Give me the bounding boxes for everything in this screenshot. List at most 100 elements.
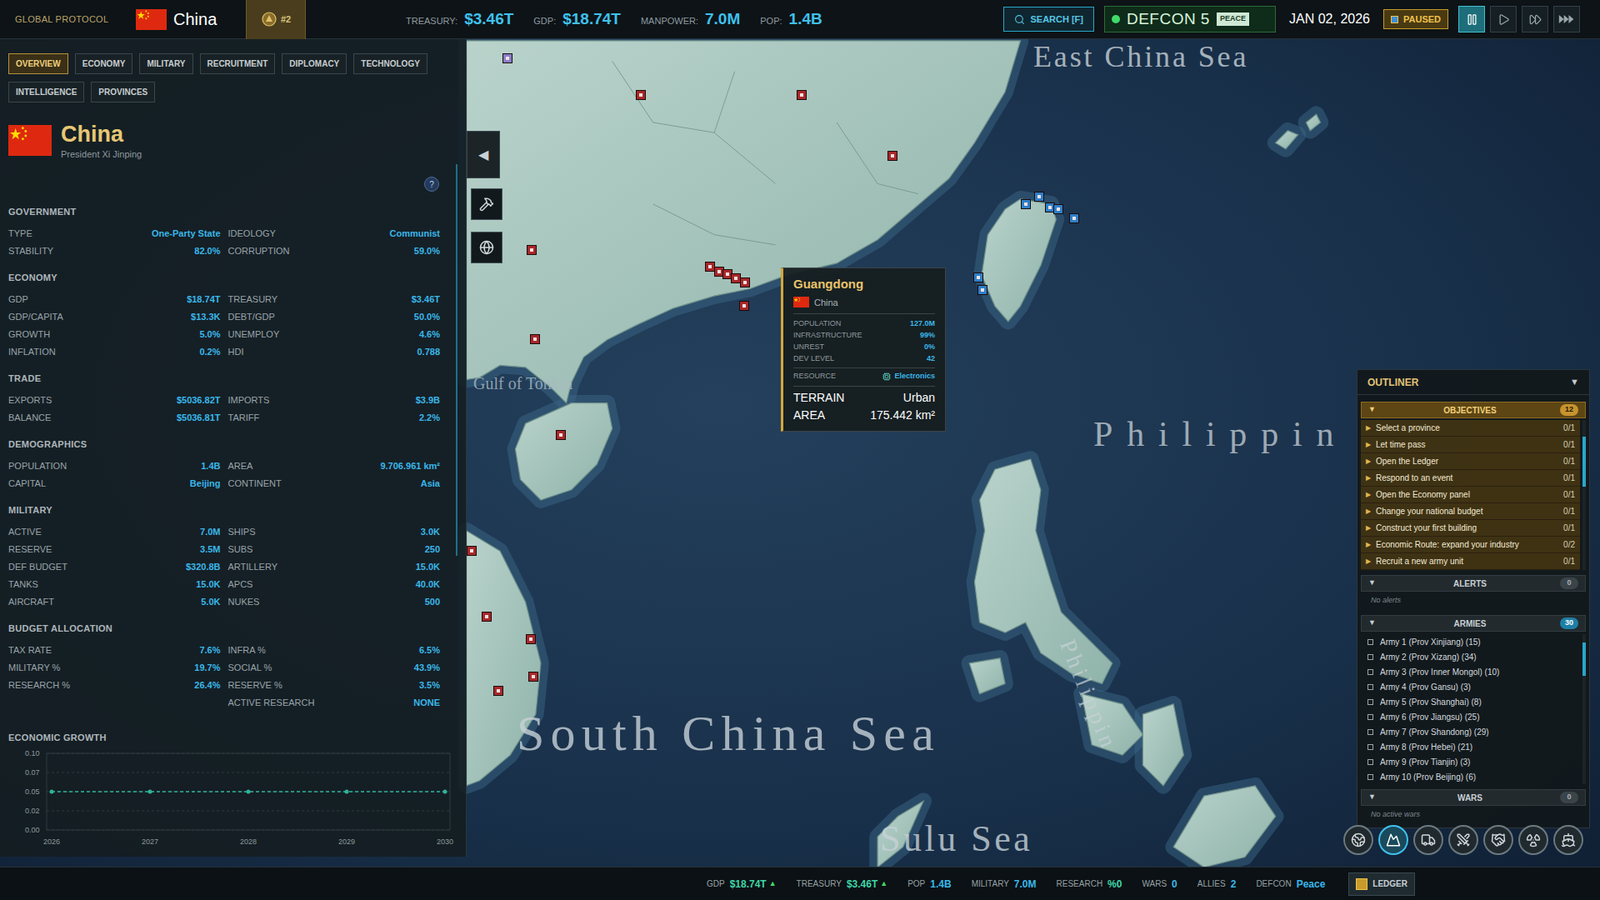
stat-label: ACTIVE [8,525,42,540]
top-stat-label: GDP: [533,14,556,29]
rank-badge[interactable]: #2 [245,0,306,40]
army-checkbox[interactable] [1367,729,1374,735]
stat-label: TAX RATE [8,643,52,658]
speed-button[interactable] [1521,5,1549,33]
city-marker[interactable] [977,285,988,295]
panel-tab[interactable]: TECHNOLOGY [353,53,428,75]
objective-item[interactable]: ▶Let time pass0/1 [1360,436,1580,454]
city-marker[interactable] [481,611,492,622]
panel-scrollbar[interactable] [455,164,458,556]
city-marker[interactable] [466,545,477,556]
stat-value: 3.5M [200,542,220,557]
diplomacy-tool-button[interactable] [470,231,503,264]
outliner-header[interactable]: OUTLINER▼ [1357,370,1590,395]
city-marker[interactable] [502,53,513,64]
section-header[interactable]: ▼ALERTS0 [1360,575,1586,592]
section-header[interactable]: ▼OBJECTIVES12 [1360,401,1586,419]
army-item[interactable]: Army 9 (Prov Tianjin) (3) [1360,754,1580,770]
objective-item[interactable]: ▶Select a province0/1 [1360,420,1580,437]
build-tool-button[interactable] [470,188,503,220]
china-flag-icon [793,296,810,308]
army-item[interactable]: Army 3 (Prov Inner Mongol) (10) [1360,664,1580,680]
search-button[interactable]: SEARCH [F] [1003,6,1095,32]
stat-value: 50.0% [414,310,440,325]
army-checkbox[interactable] [1367,684,1374,690]
objective-item[interactable]: ▶Recruit a new army unit0/1 [1360,553,1580,570]
city-marker[interactable] [530,334,540,345]
map-mode-button[interactable] [1518,825,1549,855]
army-checkbox[interactable] [1367,639,1374,645]
growth-series [50,790,448,795]
map-mode-button[interactable] [1413,825,1444,855]
army-item[interactable]: Army 2 (Prov Xizang) (34) [1360,649,1580,665]
speed-button[interactable] [1553,5,1580,33]
army-item[interactable]: Army 8 (Prov Hebei) (21) [1360,739,1580,755]
army-item[interactable]: Army 10 (Prov Beijing) (6) [1360,769,1580,785]
objective-item[interactable]: ▶Respond to an event0/1 [1360,470,1580,487]
army-checkbox[interactable] [1367,774,1374,780]
panel-tab[interactable]: PROVINCES [90,81,155,103]
section-count: 0 [1560,577,1579,590]
objective-item[interactable]: ▶Open the Economy panel0/1 [1360,486,1580,504]
stat-value: 7.0M [200,525,220,540]
army-item[interactable]: Army 1 (Prov Xinjiang) (15) [1360,634,1580,650]
city-marker[interactable] [555,430,566,440]
city-marker[interactable] [528,671,539,682]
city-marker[interactable] [525,634,536,645]
speed-button[interactable] [1490,5,1517,33]
panel-tab[interactable]: ECONOMY [75,53,134,75]
section-header[interactable]: ▼ARMIES30 [1360,615,1586,632]
city-marker[interactable] [739,300,750,311]
army-item[interactable]: Army 5 (Prov Shanghai) (8) [1360,694,1580,710]
objective-item[interactable]: ▶Change your national budget0/1 [1360,503,1580,520]
help-button[interactable]: ? [424,176,440,192]
ledger-button[interactable]: LEDGER [1348,872,1415,896]
defcon-indicator: DEFCON 5PEACE [1104,5,1276,33]
stat-cell: CAPITALBeijing [8,475,221,493]
tooltip-row: POPULATION127.0M [793,318,935,330]
objective-item[interactable]: ▶Open the Ledger0/1 [1360,453,1580,470]
army-checkbox[interactable] [1367,714,1374,720]
panel-tab[interactable]: MILITARY [139,53,193,75]
army-item[interactable]: Army 4 (Prov Gansu) (3) [1360,679,1580,695]
objective-item[interactable]: ▶Construct your first building0/1 [1360,520,1580,537]
city-marker[interactable] [526,245,537,255]
city-marker[interactable] [887,150,898,161]
army-item[interactable]: Army 7 (Prov Shandong) (29) [1360,724,1580,740]
objective-scrollbar[interactable] [1582,420,1586,570]
city-marker[interactable] [1053,204,1064,215]
map-mode-button[interactable] [1553,825,1584,855]
city-marker[interactable] [973,272,984,283]
army-checkbox[interactable] [1367,669,1374,675]
army-checkbox[interactable] [1367,699,1374,705]
objective-bullet: ▶ [1365,540,1376,550]
city-marker[interactable] [1020,199,1031,210]
city-marker[interactable] [1034,191,1045,202]
city-marker[interactable] [740,277,750,288]
objective-item[interactable]: ▶Economic Route: expand your industry0/2 [1360,536,1580,554]
stat-label: GDP [8,292,29,307]
panel-tab[interactable]: RECRUITMENT [200,53,276,75]
speed-button[interactable] [1458,5,1485,33]
city-marker[interactable] [796,90,807,100]
army-checkbox[interactable] [1367,759,1374,765]
city-marker[interactable] [1069,213,1080,224]
stat-value: 40.0K [415,577,440,592]
map-mode-button[interactable] [1343,825,1374,855]
city-marker[interactable] [493,685,504,696]
map-mode-button[interactable] [1483,825,1514,855]
map-mode-button[interactable] [1448,825,1479,855]
army-item[interactable]: Army 6 (Prov Jiangsu) (25) [1360,709,1580,725]
panel-tab[interactable]: OVERVIEW [8,53,69,75]
army-checkbox[interactable] [1367,744,1374,750]
country-name: China [173,6,246,32]
army-scrollbar[interactable] [1582,634,1586,785]
city-marker[interactable] [635,90,646,100]
panel-tab[interactable]: INTELLIGENCE [8,81,85,103]
map-mode-button[interactable] [1378,825,1409,855]
panel-collapse-button[interactable]: ◀ [466,130,500,179]
panel-tab[interactable]: DIPLOMACY [281,53,347,75]
section-header[interactable]: ▼WARS0 [1360,789,1586,806]
stat-label: SOCIAL % [228,660,273,675]
army-checkbox[interactable] [1367,654,1374,660]
